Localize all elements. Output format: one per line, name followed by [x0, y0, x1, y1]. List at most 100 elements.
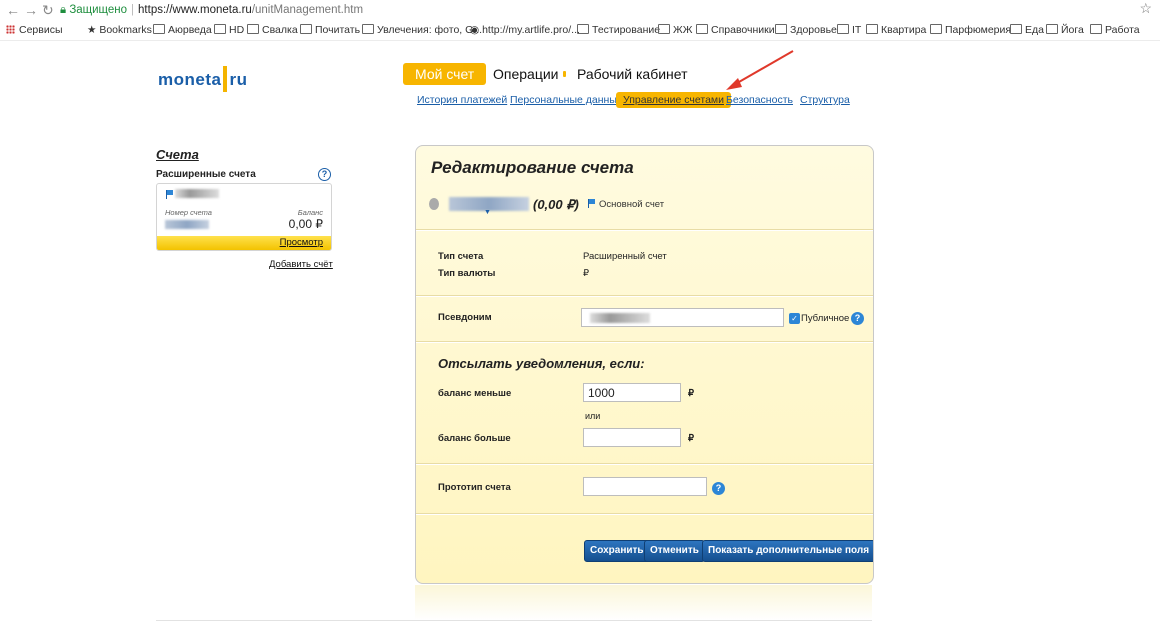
folder-icon — [866, 24, 878, 34]
reload-icon[interactable]: ↻ — [42, 2, 54, 19]
back-icon[interactable]: ← — [6, 2, 20, 18]
bookmark-item[interactable]: Увлечения: фото, G... — [362, 24, 482, 36]
currency-sign: ₽ — [688, 388, 695, 399]
folder-icon — [658, 24, 670, 34]
panel-reflection — [415, 585, 872, 620]
help-icon[interactable]: ? — [851, 312, 864, 325]
account-number-blurred — [165, 220, 209, 229]
bookmark-item[interactable]: IT — [837, 24, 861, 36]
notify-title: Отсылать уведомления, если: — [438, 356, 645, 371]
bookmark-item[interactable]: ◉ http://my.artlife.pro/... — [470, 24, 580, 36]
balance-more-input[interactable] — [583, 428, 681, 447]
public-checkbox[interactable]: ✓ — [789, 313, 800, 324]
account-name-blurred — [175, 189, 219, 198]
section-divider — [416, 514, 873, 515]
add-account-link[interactable]: Добавить счёт — [269, 259, 333, 270]
public-label: Публичное — [801, 313, 850, 324]
bookmark-item[interactable]: Парфюмерия — [930, 24, 1011, 36]
bookmark-item[interactable]: Работа — [1090, 24, 1140, 36]
bookmark-item[interactable]: HD — [214, 24, 244, 36]
nav-separator — [563, 71, 566, 77]
bookmark-item[interactable]: ★ Bookmarks — [87, 24, 152, 36]
currency-type-value: ₽ — [583, 268, 590, 279]
alias-input[interactable] — [581, 308, 784, 327]
prototype-input[interactable] — [583, 477, 707, 496]
bookmark-star-icon[interactable]: ☆ — [1139, 0, 1152, 17]
folder-icon — [696, 24, 708, 34]
edit-account-panel: Редактирование счета ▼ (0,00 ₽) Основной… — [415, 145, 874, 584]
lock-icon: 🔒︎ — [60, 4, 67, 16]
account-type-label: Тип счета — [438, 251, 484, 262]
bookmark-item[interactable]: Квартира — [866, 24, 926, 36]
nav-workspace[interactable]: Рабочий кабинет — [577, 63, 688, 85]
alias-label: Псевдоним — [438, 312, 492, 323]
subnav-payment-history[interactable]: История платежей — [417, 94, 507, 106]
subnav-personal-data[interactable]: Персональные данные — [510, 94, 623, 106]
save-button[interactable]: Сохранить — [584, 540, 650, 562]
folder-icon — [300, 24, 312, 34]
panel-title: Редактирование счета — [431, 158, 634, 177]
section-divider — [416, 464, 873, 465]
star-icon: ★ — [87, 24, 100, 36]
balance-more-label: баланс больше — [438, 433, 511, 444]
bookmarks-bar: Сервисы ★ Bookmarks Аюрведа HD Свалка По… — [0, 22, 1160, 41]
show-more-fields-button[interactable]: Показать дополнительные поля — [702, 540, 873, 562]
balance-less-input[interactable]: 1000 — [583, 383, 681, 402]
nav-operations[interactable]: Операции — [493, 63, 559, 85]
section-divider — [416, 230, 873, 231]
subnav-account-management[interactable]: Управление счетами — [616, 92, 731, 108]
main-account-label: Основной счет — [599, 199, 665, 210]
url-host: https://www.moneta.ru — [138, 4, 252, 16]
moneta-logo[interactable]: moneta ru — [158, 66, 247, 92]
folder-icon — [1010, 24, 1022, 34]
bookmark-item[interactable]: Еда — [1010, 24, 1044, 36]
or-label: или — [585, 411, 601, 421]
section-divider — [416, 342, 873, 343]
url-field[interactable]: 🔒︎ Защищено | https://www.moneta.ru/unitMa… — [60, 2, 1150, 19]
help-icon[interactable]: ? — [712, 482, 725, 495]
nav-my-account[interactable]: Мой счет — [403, 63, 487, 85]
currency-sign: ₽ — [688, 433, 695, 444]
secure-label: Защищено — [69, 4, 128, 16]
logo-bar — [223, 66, 228, 92]
url-path: /unitManagement.htm — [251, 4, 364, 16]
bookmark-item[interactable]: Аюрведа — [153, 24, 212, 36]
currency-type-label: Тип валюты — [438, 268, 496, 279]
flag-icon — [166, 190, 173, 199]
account-type-value: Расширенный счет — [583, 251, 667, 262]
bookmark-item[interactable]: Здоровье — [775, 24, 837, 36]
browser-address-bar: ← → ↻ 🔒︎ Защищено | https://www.moneta.ru/… — [0, 0, 1160, 23]
folder-icon — [930, 24, 942, 34]
bookmark-item[interactable]: Справочники — [696, 24, 775, 36]
folder-icon — [153, 24, 165, 34]
bookmark-apps[interactable]: Сервисы — [6, 24, 63, 36]
bookmark-item[interactable]: Почитать — [300, 24, 360, 36]
bookmark-item[interactable]: Свалка — [247, 24, 298, 36]
folder-icon — [214, 24, 226, 34]
view-link[interactable]: Просмотр — [280, 237, 323, 248]
flag-icon — [588, 199, 595, 208]
footer-divider — [156, 620, 872, 621]
extended-accounts-label: Расширенные счета — [156, 169, 256, 180]
accounts-title[interactable]: Счета — [156, 147, 199, 162]
red-annotation-arrow — [726, 50, 794, 90]
folder-icon — [577, 24, 589, 34]
forward-icon[interactable]: → — [24, 2, 38, 18]
balance-label: Баланс — [297, 208, 323, 217]
bookmark-item[interactable]: Йога — [1046, 24, 1084, 36]
folder-icon — [1090, 24, 1102, 34]
account-number-label: Номер счета — [165, 208, 212, 217]
folder-icon — [1046, 24, 1058, 34]
dropdown-caret-icon: ▼ — [484, 209, 491, 216]
help-icon[interactable]: ? — [318, 168, 331, 181]
bookmark-item[interactable]: Тестирование — [577, 24, 660, 36]
coin-icon — [429, 198, 439, 210]
account-amount: (0,00 ₽) — [533, 197, 579, 212]
alias-value-blurred — [590, 313, 650, 323]
subnav-structure[interactable]: Структура — [800, 94, 850, 106]
account-balance: 0,00 ₽ — [288, 217, 323, 231]
account-card[interactable]: Номер счета Баланс 0,00 ₽ Просмотр — [156, 183, 332, 251]
folder-icon — [775, 24, 787, 34]
cancel-button[interactable]: Отменить — [644, 540, 705, 562]
bookmark-item[interactable]: ЖЖ — [658, 24, 692, 36]
